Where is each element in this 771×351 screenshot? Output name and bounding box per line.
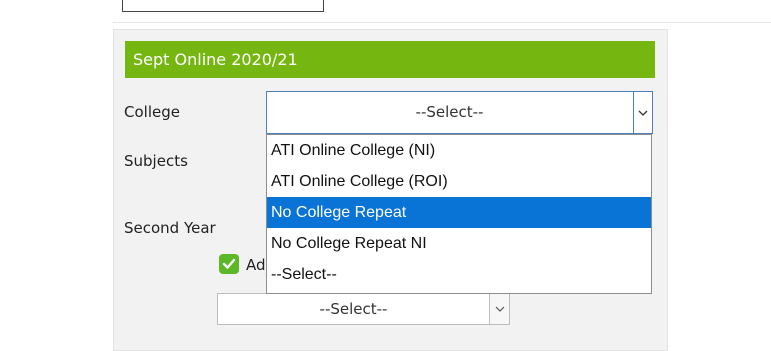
- college-select-value: --Select--: [415, 103, 484, 121]
- college-option-ati-roi[interactable]: ATI Online College (ROI): [267, 166, 651, 197]
- chevron-down-icon: [638, 110, 648, 116]
- second-year-select[interactable]: --Select--: [217, 293, 510, 325]
- college-option-no-college-repeat-ni[interactable]: No College Repeat NI: [267, 228, 651, 259]
- add-checkbox[interactable]: [219, 254, 239, 274]
- subjects-label: Subjects: [124, 152, 188, 170]
- college-select-arrow[interactable]: [633, 92, 652, 133]
- second-year-label: Second Year: [124, 219, 216, 237]
- college-option-select[interactable]: --Select--: [267, 259, 651, 290]
- top-input[interactable]: [122, 0, 324, 12]
- college-dropdown-list: ATI Online College (NI) ATI Online Colle…: [266, 134, 652, 294]
- college-label: College: [124, 103, 180, 121]
- college-select[interactable]: --Select--: [266, 91, 653, 134]
- college-option-ati-ni[interactable]: ATI Online College (NI): [267, 135, 651, 166]
- second-year-select-value: --Select--: [319, 300, 388, 318]
- add-checkbox-label: Ad: [246, 256, 266, 274]
- college-option-no-college-repeat[interactable]: No College Repeat: [267, 197, 651, 228]
- second-year-select-arrow[interactable]: [489, 294, 509, 324]
- panel-title: Sept Online 2020/21: [125, 41, 655, 78]
- checkmark-icon: [222, 258, 236, 269]
- chevron-down-icon: [495, 306, 504, 312]
